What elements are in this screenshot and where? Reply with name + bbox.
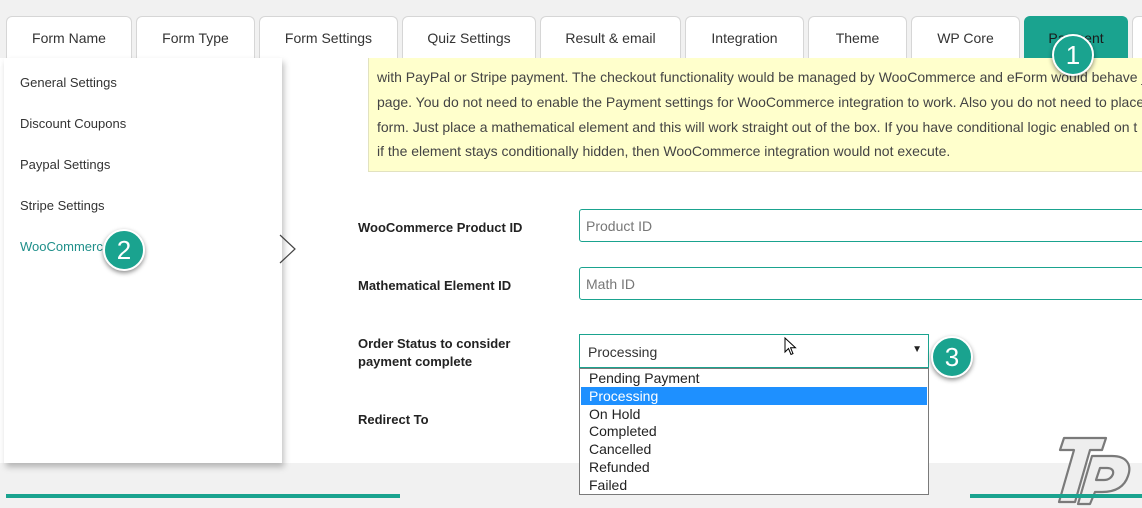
tab-theme[interactable]: Theme [808,16,907,58]
caret-down-icon: ▼ [912,344,922,355]
tab-result-email[interactable]: Result & email [540,16,681,58]
chevron-right-icon [279,234,296,264]
tab-form-name[interactable]: Form Name [6,16,132,58]
option-cancelled[interactable]: Cancelled [581,440,927,458]
redirect-to-label: Redirect To [358,412,429,427]
sidebar-item-general-settings[interactable]: General Settings [20,75,117,91]
order-status-selected-value: Processing [588,344,658,360]
option-refunded[interactable]: Refunded [581,458,927,476]
bottom-accent-bar [6,494,400,498]
sidebar-item-woocommerce[interactable]: WooCommerce [20,239,110,255]
notice-line: form. Just place a mathematical element … [377,119,1138,135]
tab-bar: Form Name Form Type Form Settings Quiz S… [0,0,1142,59]
option-processing[interactable]: Processing [581,387,927,405]
tab-form-type[interactable]: Form Type [136,16,255,58]
option-completed[interactable]: Completed [581,422,927,440]
sidebar-item-discount-coupons[interactable]: Discount Coupons [20,116,126,132]
woocommerce-notice: with PayPal or Stripe payment. The check… [368,58,1142,172]
tab-overflow[interactable] [1132,16,1142,59]
tab-quiz-settings[interactable]: Quiz Settings [402,16,536,58]
math-id-input[interactable] [579,267,1142,300]
notice-line: if the element stays conditionally hidde… [377,143,951,159]
order-status-label-line: Order Status to consider [358,336,511,351]
tab-integration[interactable]: Integration [685,16,804,58]
notice-line: page. You do not need to enable the Paym… [377,94,1142,110]
product-id-input[interactable] [579,209,1142,242]
step-badge-1: 1 [1052,34,1094,76]
sidebar-item-paypal-settings[interactable]: Paypal Settings [20,157,110,173]
tab-form-settings[interactable]: Form Settings [259,16,398,58]
option-failed[interactable]: Failed [581,476,927,494]
product-id-label: WooCommerce Product ID [358,220,523,235]
notice-line: with PayPal or Stripe payment. The check… [377,69,1142,85]
mouse-pointer-icon [784,337,797,356]
order-status-select[interactable]: Processing ▼ [579,334,929,368]
math-id-label: Mathematical Element ID [358,278,512,293]
order-status-label-line: payment complete [358,354,473,369]
sidebar-item-stripe-settings[interactable]: Stripe Settings [20,198,105,214]
payment-settings-panel: with PayPal or Stripe payment. The check… [0,58,1142,506]
bottom-accent-bar [970,494,1142,498]
step-badge-2: 2 [103,229,145,271]
settings-sidebar: General Settings Discount Coupons Paypal… [4,58,282,463]
tab-wp-core[interactable]: WP Core [911,16,1020,58]
order-status-label: Order Status to consider payment complet… [358,335,510,371]
order-status-options: Pending Payment Processing On Hold Compl… [579,368,929,495]
step-badge-3: 3 [931,336,973,378]
option-on-hold[interactable]: On Hold [581,405,927,423]
option-pending-payment[interactable]: Pending Payment [581,369,927,387]
